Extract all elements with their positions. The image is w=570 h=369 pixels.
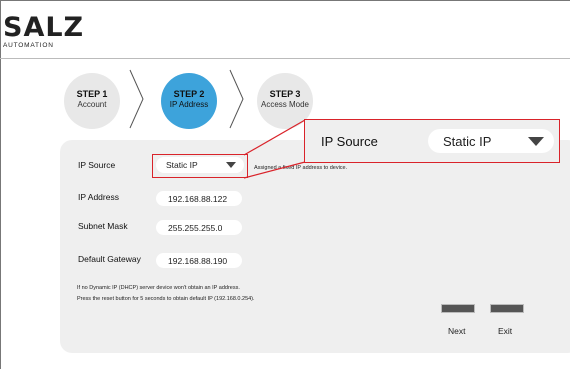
zoom-callout: IP Source Static IP	[304, 119, 560, 163]
exit-button-label[interactable]: Exit	[498, 326, 512, 336]
zoom-ip-source-select[interactable]: Static IP	[428, 129, 554, 153]
zoom-ip-source-value: Static IP	[443, 134, 492, 149]
zoom-ip-source-label: IP Source	[321, 134, 378, 149]
next-button-label[interactable]: Next	[448, 326, 465, 336]
dropdown-arrow-icon	[528, 137, 544, 146]
exit-button[interactable]	[490, 304, 524, 313]
callout-connector	[243, 119, 306, 179]
next-button[interactable]	[441, 304, 475, 313]
